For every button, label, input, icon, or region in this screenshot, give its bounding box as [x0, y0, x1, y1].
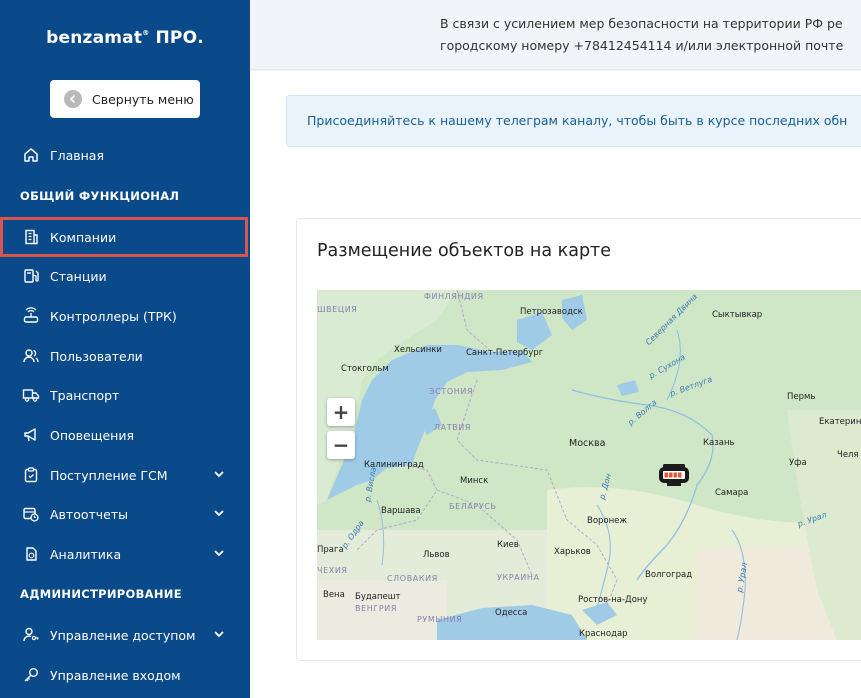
map-label-odessa: Одесса	[495, 608, 528, 618]
analytics-icon	[26, 547, 37, 561]
map-label-petrozavodsk: Петрозаводск	[520, 307, 583, 317]
sidebar-item-analytics[interactable]: Аналитика	[0, 534, 250, 574]
map-label-minsk: Минск	[460, 476, 489, 486]
sidebar-item-label: Компании	[50, 229, 117, 245]
map-label-krasnodar: Краснодар	[579, 629, 628, 639]
map-label-chelyabinsk: Челя	[837, 450, 859, 460]
map-label-volgograd: Волгоград	[645, 570, 693, 580]
brand-logo[interactable]: benzamat® ПРО.	[0, 28, 250, 48]
map-label-lvov: Львов	[423, 550, 450, 560]
sidebar-item-transport[interactable]: Транспорт	[0, 375, 250, 415]
sidebar-item-notifications[interactable]: Оповещения	[0, 415, 250, 455]
arrow-left-icon	[64, 90, 82, 108]
section-general: ОБЩИЙ ФУНКЦИОНАЛ	[20, 189, 180, 203]
sidebar-item-fuel-intake[interactable]: Поступление ГСМ	[0, 455, 250, 495]
security-notice-bar: В связи с усилением мер безопасности на …	[250, 0, 861, 70]
section-administration: АДМИНИСТРИРОВАНИЕ	[20, 587, 182, 601]
notice-line-2: городскому номеру +78412454114 и/или эле…	[440, 38, 844, 53]
sidebar-item-label: Поступление ГСМ	[50, 467, 168, 483]
collapse-menu-button[interactable]: Свернуть меню	[50, 80, 200, 118]
sidebar-item-companies[interactable]: Компании	[0, 217, 248, 257]
map-label-hungary: ВЕНГРИЯ	[355, 604, 398, 613]
map-label-helsinki: Хельсинки	[394, 345, 442, 355]
sidebar-item-users[interactable]: Пользователи	[0, 336, 250, 376]
sidebar-item-login-control[interactable]: Управление входом	[0, 655, 250, 695]
map-card-title: Размещение объектов на карте	[317, 241, 612, 261]
sidebar-item-label: Станции	[50, 268, 107, 284]
map-label-syktyvkar: Сыктывкар	[712, 310, 763, 320]
sidebar-item-label: Управление доступом	[50, 627, 196, 643]
chevron-down-icon	[214, 471, 224, 478]
zoom-in-button[interactable]: +	[327, 398, 355, 426]
sidebar-item-home[interactable]: Главная	[0, 135, 250, 175]
map-label-belarus: БЕЛАРУСЬ	[449, 502, 497, 511]
sidebar-item-label: Главная	[50, 147, 104, 163]
brand-suffix: ПРО.	[149, 28, 204, 48]
calendar-clock-icon	[23, 507, 39, 522]
map-label-kazan: Казань	[703, 438, 735, 448]
telegram-alert[interactable]: Присоединяйтесь к нашему телеграм каналу…	[286, 95, 861, 147]
telegram-alert-text: Присоединяйтесь к нашему телеграм каналу…	[307, 113, 848, 128]
map-label-vienna: Вена	[323, 590, 345, 600]
map-label-warsaw: Варшава	[381, 506, 421, 516]
map-label-prague: Прага	[317, 545, 344, 555]
key-icon	[24, 668, 38, 682]
map-label-budapest: Будапешт	[355, 592, 401, 602]
map-label-romania: РУМЫНИЯ	[417, 615, 463, 624]
sidebar-item-label: Аналитика	[50, 546, 122, 562]
notice-line-1: В связи с усилением мер безопасности на …	[440, 16, 843, 31]
map-view[interactable]: ФИНЛЯНДИЯ ШВЕЦИЯ Петрозаводск Сыктывкар …	[317, 290, 861, 640]
map-label-kiev: Киев	[497, 540, 519, 550]
map-label-samara: Самара	[715, 488, 749, 498]
map-label-voronezh: Воронеж	[587, 516, 628, 526]
chevron-down-icon	[214, 550, 224, 557]
sidebar-item-label: Управление входом	[50, 667, 181, 683]
clipboard-icon	[24, 467, 38, 483]
sidebar-item-label: Автоотчеты	[50, 506, 129, 522]
truck-icon	[22, 389, 40, 402]
sidebar-item-stations[interactable]: Станции	[0, 256, 250, 296]
chevron-down-icon	[214, 510, 224, 517]
megaphone-icon	[24, 428, 36, 442]
map-label-ekaterinburg: Екатеринб	[819, 417, 861, 427]
sidebar-item-access-control[interactable]: Управление доступом	[0, 615, 250, 655]
map-label-czechia: ЧЕХИЯ	[317, 566, 348, 575]
map-label-perm: Пермь	[787, 392, 816, 402]
map-label-kharkov: Харьков	[554, 547, 591, 557]
users-icon	[23, 349, 39, 363]
sidebar-item-label: Транспорт	[50, 387, 120, 403]
map-label-latvia: ЛАТВИЯ	[434, 423, 472, 432]
map-label-rostov: Ростов-на-Дону	[578, 595, 648, 605]
sidebar-item-auto-reports[interactable]: Автоотчеты	[0, 494, 250, 534]
sidebar-item-label: Контроллеры (ТРК)	[50, 308, 177, 324]
map-label-spb: Санкт-Петербург	[466, 348, 544, 358]
collapse-menu-label: Свернуть меню	[92, 91, 194, 107]
brand-name: benzamat	[46, 28, 143, 48]
map-label-stockholm: Стокгольм	[341, 364, 389, 374]
map-label-moscow: Москва	[569, 438, 606, 449]
brand-reg-mark: ®	[142, 29, 150, 37]
map-label-sweden: ШВЕЦИЯ	[317, 305, 358, 314]
map-label-finland: ФИНЛЯНДИЯ	[424, 292, 484, 301]
fuel-station-marker-icon[interactable]	[657, 462, 691, 488]
zoom-out-button[interactable]: −	[327, 431, 355, 459]
sidebar: benzamat® ПРО. Свернуть меню Главная ОБЩ…	[0, 0, 250, 698]
user-key-icon	[23, 627, 39, 642]
building-icon	[25, 229, 38, 245]
map-label-ukraine: УКРАИНА	[497, 573, 540, 582]
sidebar-item-label: Оповещения	[50, 427, 134, 443]
chevron-down-icon	[214, 631, 224, 638]
map-label-estonia: ЭСТОНИЯ	[429, 387, 474, 396]
map-label-ufa: Уфа	[789, 458, 807, 468]
map-label-slovakia: СЛОВАКИЯ	[387, 574, 438, 583]
sidebar-item-label: Пользователи	[50, 348, 143, 364]
home-icon	[24, 148, 38, 162]
router-icon	[23, 307, 39, 323]
sidebar-item-controllers[interactable]: Контроллеры (ТРК)	[0, 296, 250, 336]
fuel-station-icon	[24, 269, 39, 283]
